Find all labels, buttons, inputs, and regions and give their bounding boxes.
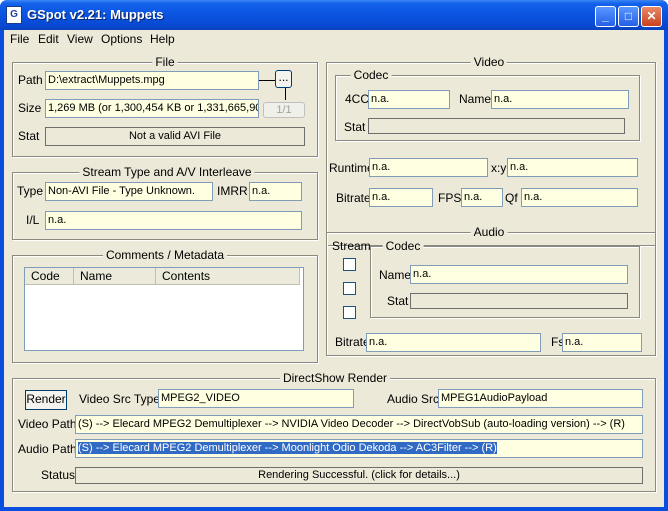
video-bitrate-label: Bitrate bbox=[336, 191, 371, 205]
minimize-button[interactable]: _ bbox=[595, 6, 616, 27]
xy-label: x:y bbox=[491, 161, 507, 175]
fourcc-field[interactable]: n.a. bbox=[368, 90, 450, 109]
menu-file[interactable]: File bbox=[10, 32, 29, 46]
maximize-icon: □ bbox=[624, 9, 633, 23]
client-area: File Edit View Options Help File Path D:… bbox=[4, 30, 664, 507]
column-code[interactable]: Code bbox=[25, 268, 74, 285]
comments-list[interactable]: Code Name Contents bbox=[24, 267, 304, 351]
menu-bar: File Edit View Options Help bbox=[4, 30, 664, 48]
audio-stream-1-checkbox[interactable] bbox=[343, 258, 356, 271]
render-button[interactable]: Render bbox=[25, 390, 67, 410]
video-name-label: Name bbox=[459, 92, 492, 106]
audio-bitrate-field[interactable]: n.a. bbox=[366, 333, 541, 352]
audio-path-field[interactable]: (S) --> Elecard MPEG2 Demultiplexer --> … bbox=[75, 439, 643, 458]
type-label: Type bbox=[17, 184, 44, 198]
audio-stream-label: Stream bbox=[332, 239, 371, 253]
video-bitrate-field[interactable]: n.a. bbox=[369, 188, 433, 207]
audio-codec-legend: Codec bbox=[382, 239, 424, 253]
close-icon: ✕ bbox=[646, 9, 657, 23]
imrr-field[interactable]: n.a. bbox=[249, 182, 302, 201]
menu-edit[interactable]: Edit bbox=[38, 32, 59, 46]
xy-field[interactable]: n.a. bbox=[507, 158, 638, 177]
size-field[interactable]: 1,269 MB (or 1,300,454 KB or 1,331,665,9… bbox=[45, 99, 259, 118]
video-name-field[interactable]: n.a. bbox=[491, 90, 629, 109]
minimize-icon: _ bbox=[602, 9, 609, 23]
page-indicator: 1/1 bbox=[263, 102, 305, 118]
stream-legend: Stream Type and A/V Interleave bbox=[79, 165, 255, 179]
il-field[interactable]: n.a. bbox=[45, 211, 302, 230]
audio-path-selection: (S) --> Elecard MPEG2 Demultiplexer --> … bbox=[78, 442, 497, 454]
video-src-label: Video Src Type bbox=[79, 392, 160, 406]
fps-field[interactable]: n.a. bbox=[461, 188, 503, 207]
status-label: Status bbox=[41, 468, 76, 482]
fourcc-label: 4CC bbox=[345, 92, 370, 106]
audio-legend: Audio bbox=[470, 225, 508, 239]
audio-stat-field[interactable] bbox=[410, 293, 628, 309]
path-field[interactable]: D:\extract\Muppets.mpg bbox=[45, 71, 259, 90]
il-label: I/L bbox=[26, 213, 40, 227]
imrr-label: IMRR bbox=[217, 184, 248, 198]
render-legend: DirectShow Render bbox=[279, 371, 391, 385]
video-legend: Video bbox=[470, 55, 508, 69]
audio-src-label: Audio Src bbox=[387, 392, 440, 406]
video-codec-legend: Codec bbox=[350, 68, 392, 82]
path-connector-vertical bbox=[285, 88, 286, 100]
qf-field[interactable]: n.a. bbox=[521, 188, 638, 207]
window-title: GSpot v2.21: Muppets bbox=[27, 7, 164, 22]
audio-stat-label: Stat bbox=[387, 294, 409, 308]
audio-name-label: Name bbox=[379, 268, 412, 282]
qf-label: Qf bbox=[505, 191, 518, 205]
app-icon[interactable]: G bbox=[6, 6, 22, 24]
runtime-label: Runtime bbox=[329, 161, 374, 175]
audio-name-field[interactable]: n.a. bbox=[410, 265, 628, 284]
video-stat-label: Stat bbox=[344, 120, 366, 134]
file-stat-label: Stat bbox=[18, 129, 40, 143]
runtime-field[interactable]: n.a. bbox=[369, 158, 488, 177]
gspot-window: G GSpot v2.21: Muppets _ □ ✕ File Edit V… bbox=[0, 0, 668, 511]
fps-label: FPS bbox=[438, 191, 462, 205]
audio-bitrate-label: Bitrate bbox=[335, 335, 370, 349]
menu-help[interactable]: Help bbox=[150, 32, 175, 46]
video-src-field[interactable]: MPEG2_VIDEO bbox=[158, 389, 354, 408]
column-contents[interactable]: Contents bbox=[156, 268, 300, 285]
path-label: Path bbox=[18, 73, 43, 87]
menu-view[interactable]: View bbox=[67, 32, 93, 46]
audio-stream-2-checkbox[interactable] bbox=[343, 282, 356, 295]
column-name[interactable]: Name bbox=[74, 268, 156, 285]
fs-field[interactable]: n.a. bbox=[562, 333, 642, 352]
audio-stream-3-checkbox[interactable] bbox=[343, 306, 356, 319]
status-field[interactable]: Rendering Successful. (click for details… bbox=[75, 467, 643, 484]
maximize-button[interactable]: □ bbox=[618, 6, 639, 27]
video-stat-field[interactable] bbox=[368, 118, 625, 134]
close-button[interactable]: ✕ bbox=[641, 6, 662, 27]
video-path-field[interactable]: (S) --> Elecard MPEG2 Demultiplexer --> … bbox=[75, 415, 643, 434]
file-legend: File bbox=[152, 55, 178, 69]
video-path-label: Video Path bbox=[18, 417, 77, 431]
comments-legend: Comments / Metadata bbox=[102, 248, 228, 262]
browse-button[interactable]: ... bbox=[275, 70, 292, 88]
size-label: Size bbox=[18, 101, 42, 115]
title-bar[interactable]: G GSpot v2.21: Muppets _ □ ✕ bbox=[0, 0, 668, 30]
menu-options[interactable]: Options bbox=[101, 32, 142, 46]
audio-path-label: Audio Path bbox=[18, 442, 77, 456]
audio-src-field[interactable]: MPEG1AudioPayload bbox=[438, 389, 643, 408]
file-stat-field[interactable]: Not a valid AVI File bbox=[45, 127, 305, 146]
type-field[interactable]: Non-AVI File - Type Unknown. bbox=[45, 182, 213, 201]
